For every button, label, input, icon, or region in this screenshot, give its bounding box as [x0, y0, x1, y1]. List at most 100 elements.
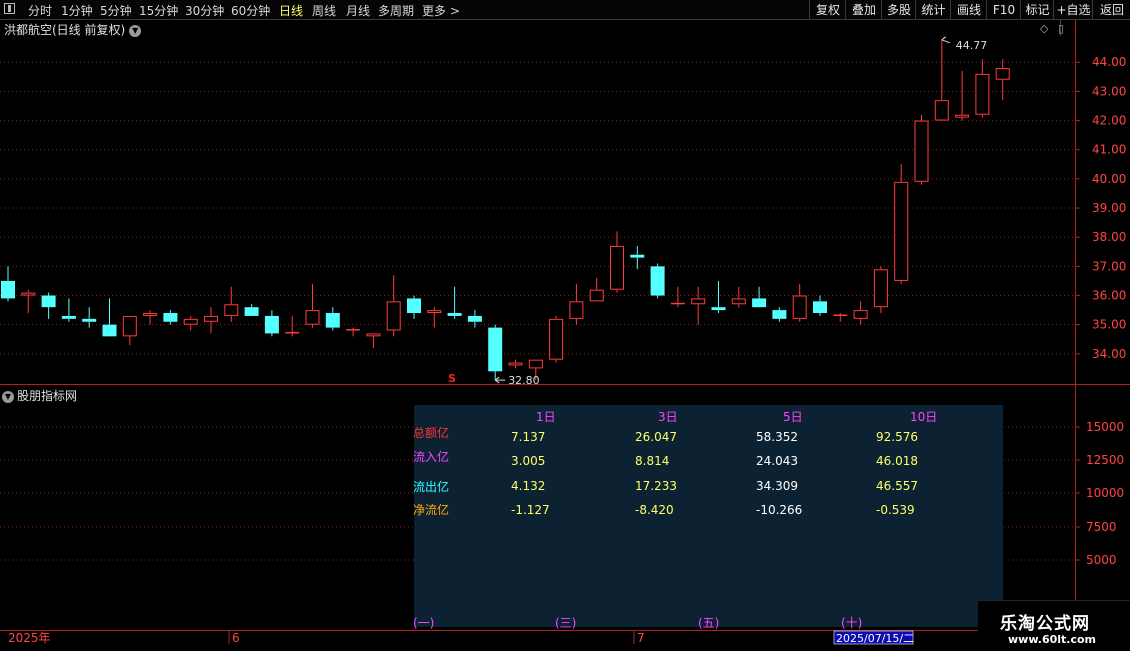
candle[interactable]: [894, 164, 909, 284]
candle[interactable]: [650, 263, 665, 299]
candle[interactable]: [386, 275, 401, 337]
price-tick-label: 34.00: [1092, 347, 1126, 361]
volume-tick-label: 12500: [1086, 453, 1124, 467]
toolbar-button[interactable]: 画线: [950, 0, 987, 19]
toolbar-button[interactable]: +自选: [1053, 0, 1093, 19]
candle[interactable]: [589, 278, 604, 302]
toolbar-button[interactable]: 统计: [915, 0, 951, 19]
candle[interactable]: [508, 359, 523, 369]
candle[interactable]: [853, 301, 868, 325]
candle[interactable]: [975, 59, 990, 118]
fund-table-value: -0.539: [876, 503, 915, 517]
cursor-date-label: 2025/07/15/二: [836, 632, 914, 645]
high-price-label: 44.77: [956, 39, 988, 52]
price-axis: 44.00 43.00 42.00 41.00 40.00 39.00 38.00 37.00…: [1075, 55, 1126, 361]
candle[interactable]: [244, 304, 259, 316]
window-icon[interactable]: [4, 3, 15, 14]
period-tab[interactable]: 15分钟: [139, 2, 178, 19]
candle[interactable]: [366, 333, 381, 349]
sell-signal-marker[interactable]: S: [448, 372, 456, 385]
period-tab[interactable]: 多周期: [378, 2, 414, 19]
period-tab[interactable]: 更多 >: [422, 2, 460, 19]
diamond-icon[interactable]: ◇: [1040, 22, 1048, 35]
candle[interactable]: [305, 283, 320, 328]
candle[interactable]: [1, 266, 15, 302]
volume-tick-label: 15000: [1086, 420, 1124, 434]
candle[interactable]: [813, 295, 827, 316]
candle[interactable]: [731, 286, 746, 308]
price-tick-label: 40.00: [1092, 172, 1126, 186]
period-tab[interactable]: 月线: [346, 2, 370, 19]
candle[interactable]: [833, 313, 848, 322]
candle[interactable]: [670, 286, 685, 308]
price-tick-label: 36.00: [1092, 289, 1126, 303]
toolbar-button[interactable]: 叠加: [845, 0, 882, 19]
fund-table-value: 26.047: [635, 430, 677, 444]
candle[interactable]: [224, 286, 239, 322]
fund-table-value: -8.420: [635, 503, 674, 517]
candle[interactable]: [995, 59, 1010, 101]
fund-table-row-label: 总额亿: [413, 426, 450, 440]
period-tab[interactable]: 1分钟: [61, 2, 93, 19]
candle[interactable]: [102, 298, 117, 337]
candle[interactable]: [21, 289, 36, 314]
candle[interactable]: [772, 307, 787, 322]
candle[interactable]: [630, 245, 645, 270]
candle[interactable]: [691, 286, 706, 325]
candle[interactable]: [264, 310, 279, 337]
toolbar-button[interactable]: 多股: [881, 0, 916, 19]
candle[interactable]: [204, 307, 218, 334]
candle[interactable]: [467, 310, 482, 328]
candle[interactable]: [122, 315, 137, 346]
candle[interactable]: [711, 280, 726, 314]
candle[interactable]: [61, 298, 76, 322]
candle[interactable]: [143, 310, 158, 325]
stock-title-row: 洪都航空(日线 前复权) ▼: [4, 21, 142, 38]
fund-table-value: 34.309: [756, 479, 798, 493]
panel-icon[interactable]: ▯: [1058, 22, 1064, 35]
candle[interactable]: [488, 324, 503, 381]
toolbar-button[interactable]: 标记: [1020, 0, 1054, 19]
candle[interactable]: [447, 286, 462, 319]
period-tab[interactable]: 日线: [279, 2, 303, 19]
indicator-title-row: ▼ 股朋指标网: [2, 387, 77, 404]
high-pointer: [941, 36, 950, 44]
candle[interactable]: [610, 231, 624, 293]
price-grid: [0, 61, 1075, 355]
candle[interactable]: [955, 70, 970, 121]
candle[interactable]: [934, 39, 949, 121]
candle[interactable]: [569, 283, 584, 325]
fund-table-value: -1.127: [511, 503, 550, 517]
candle[interactable]: [549, 315, 564, 363]
candle[interactable]: [183, 315, 198, 331]
candle[interactable]: [873, 266, 888, 314]
period-tab[interactable]: 5分钟: [100, 2, 132, 19]
period-tab[interactable]: 60分钟: [231, 2, 270, 19]
fund-table-value: 24.043: [756, 454, 798, 468]
candle[interactable]: [285, 315, 300, 337]
candle[interactable]: [346, 327, 361, 337]
candle[interactable]: [792, 283, 807, 322]
period-tab[interactable]: 30分钟: [185, 2, 224, 19]
candle[interactable]: [41, 292, 56, 319]
fund-table-value: 92.576: [876, 430, 918, 444]
candle[interactable]: [163, 310, 178, 325]
candle[interactable]: [407, 295, 421, 319]
candle[interactable]: [325, 307, 340, 331]
toolbar-button[interactable]: 返回: [1092, 0, 1130, 19]
toolbar-button[interactable]: F10: [986, 0, 1021, 19]
volume-tick-label: 7500: [1086, 520, 1117, 534]
price-tick-label: 35.00: [1092, 318, 1126, 332]
price-tick-label: 37.00: [1092, 259, 1126, 273]
toolbar-button[interactable]: 复权: [809, 0, 846, 19]
candle[interactable]: [752, 286, 767, 308]
chevron-down-icon[interactable]: ▼: [2, 390, 14, 403]
fund-table-row-label: 净流亿: [413, 503, 450, 517]
chevron-down-icon[interactable]: ▼: [129, 24, 142, 37]
watermark-logo: 乐淘公式网 www.60lt.com: [978, 600, 1130, 651]
period-tab[interactable]: 周线: [312, 2, 336, 19]
candle[interactable]: [914, 114, 929, 185]
candle[interactable]: [427, 307, 442, 328]
period-tab[interactable]: 分时: [28, 2, 52, 19]
fund-table-value: 7.137: [511, 430, 546, 444]
